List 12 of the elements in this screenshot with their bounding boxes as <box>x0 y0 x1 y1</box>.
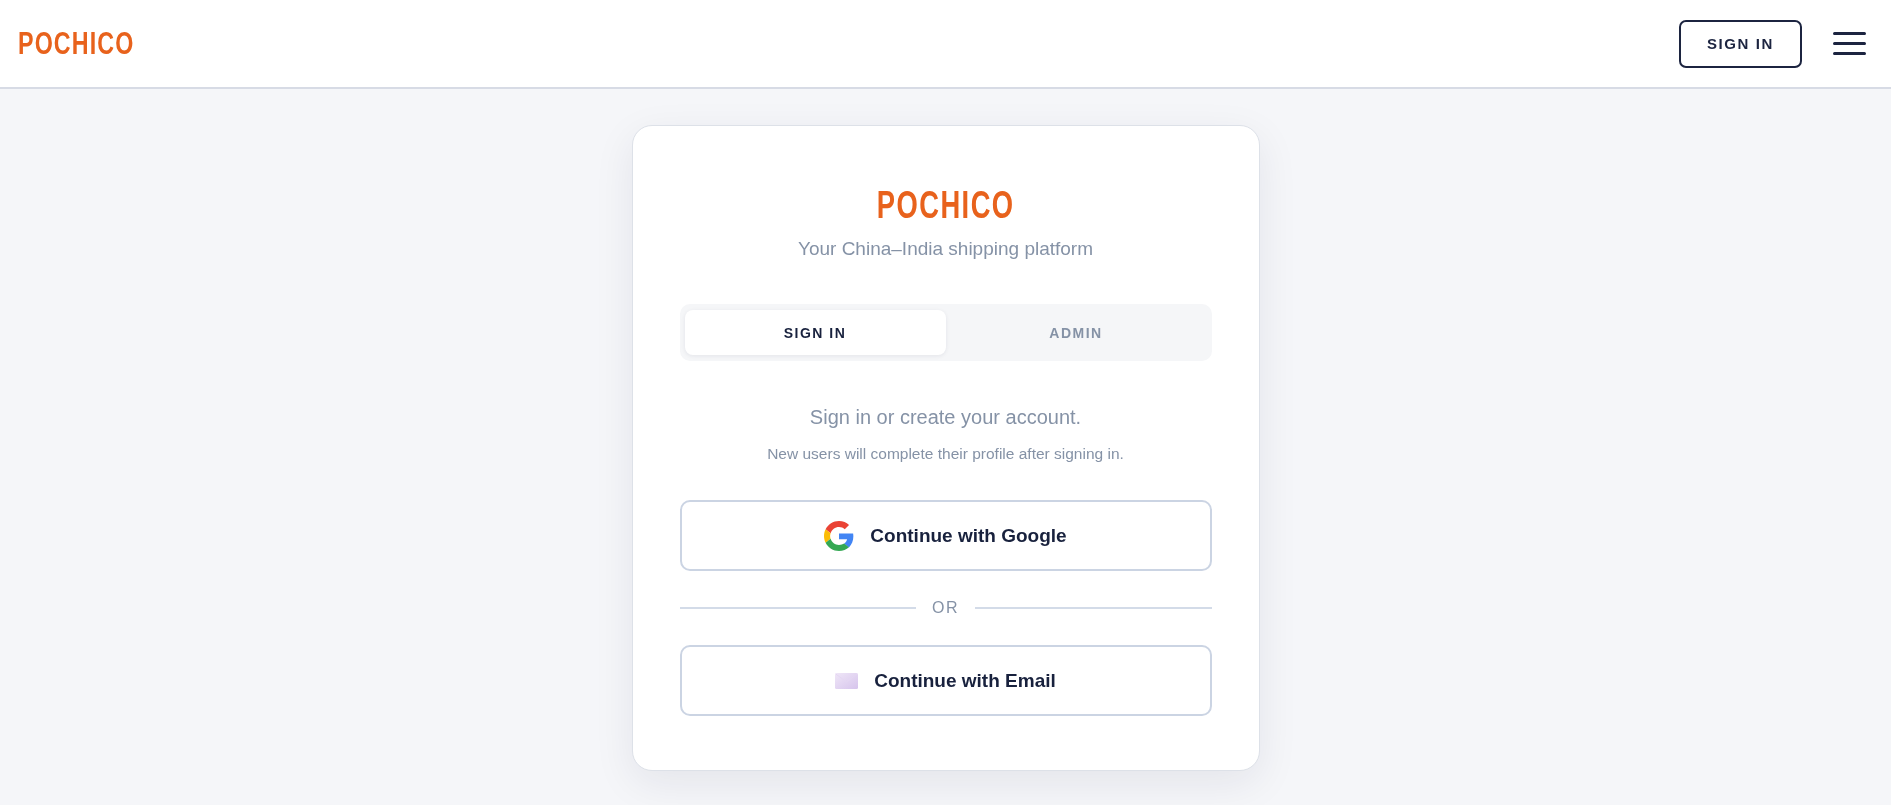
note-text: New users will complete their profile after signing in. <box>766 444 1125 464</box>
tagline: Your China–India shipping platform <box>796 237 1095 261</box>
card-logo: POCHICO <box>876 184 1015 226</box>
sign-in-option-button[interactable]: Continue with Email <box>679 645 1212 716</box>
tab[interactable]: SIGN IN <box>684 310 946 355</box>
prompt-text: Sign in or create your account. <box>808 405 1083 430</box>
divider-label: OR <box>932 598 959 618</box>
sign-in-button[interactable]: SIGN IN <box>1679 19 1802 68</box>
sign-in-option-button[interactable]: Continue with Google <box>679 500 1212 571</box>
menu-icon[interactable] <box>1833 32 1866 55</box>
google-logo-icon <box>824 520 855 551</box>
envelope-icon <box>835 672 859 689</box>
